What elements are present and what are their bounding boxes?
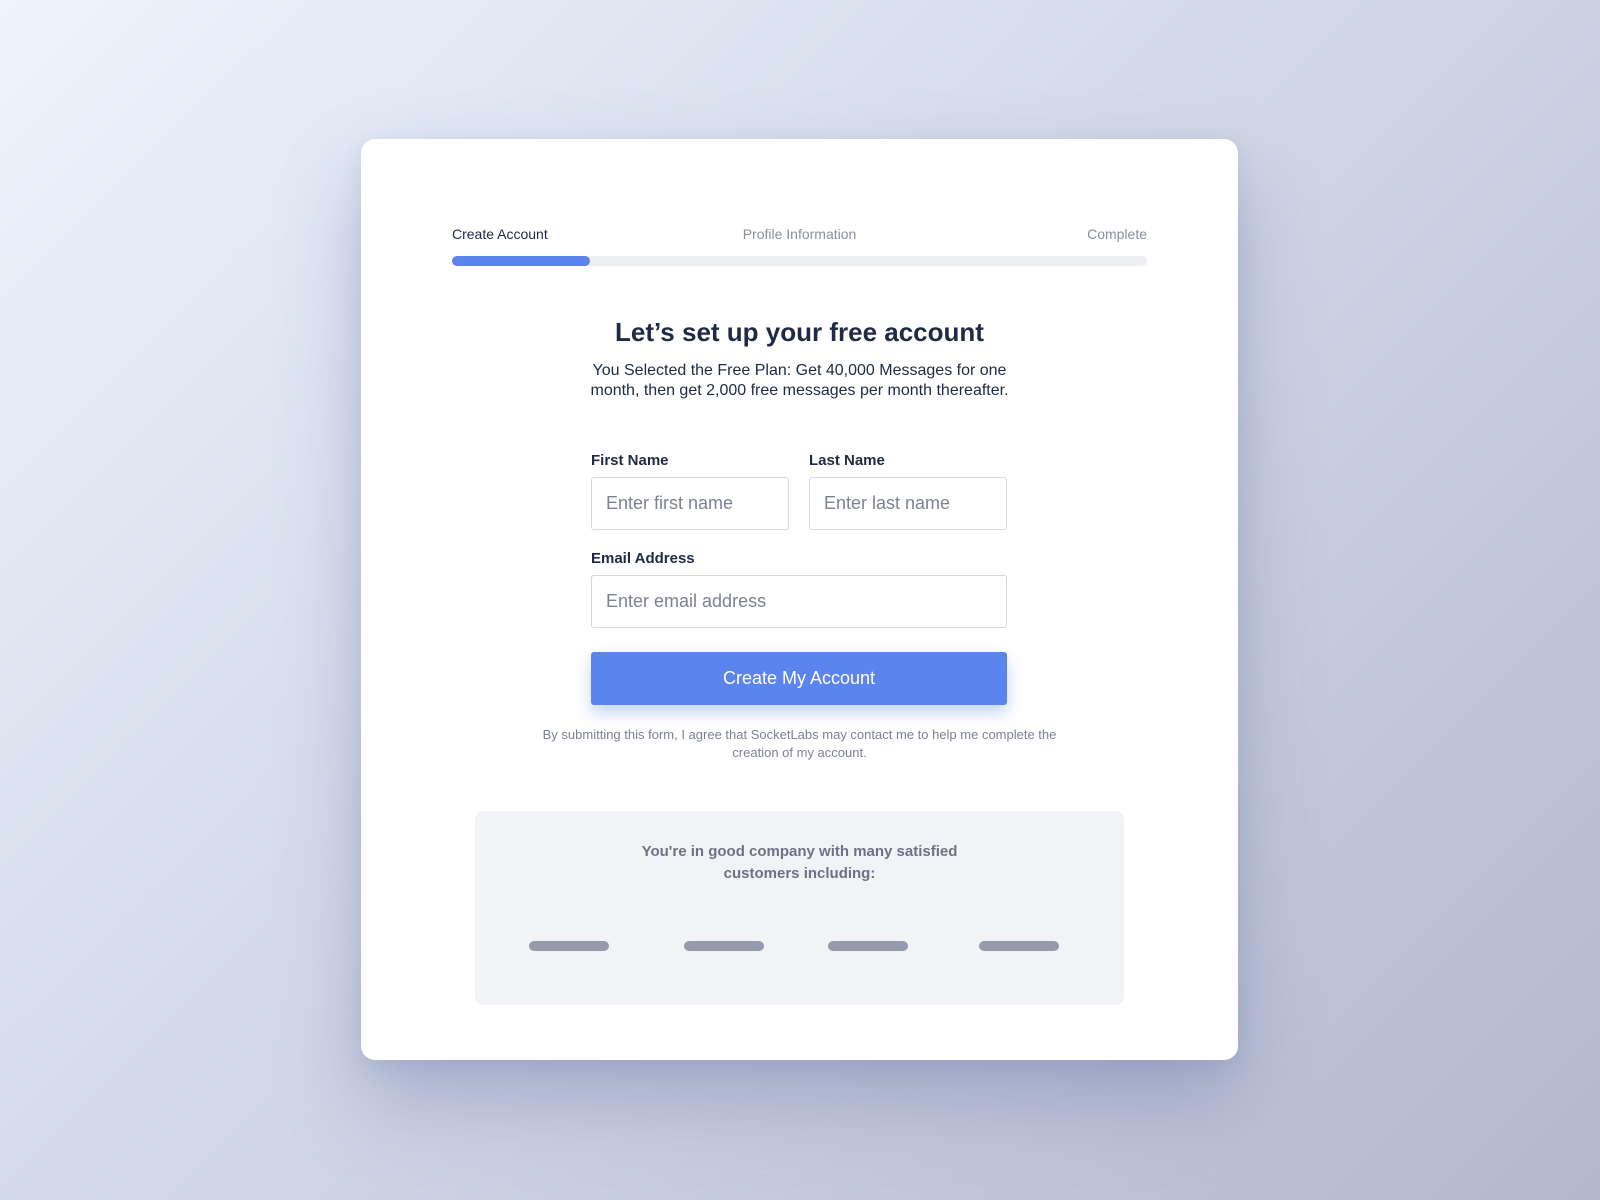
progress-steps: Create Account Profile Information Compl… [452, 226, 1147, 266]
customer-logo-1 [529, 941, 609, 951]
page-title: Let’s set up your free account [615, 317, 984, 347]
email-label: Email Address [591, 550, 695, 567]
email-input[interactable] [591, 575, 1007, 628]
create-account-button[interactable]: Create My Account [591, 652, 1007, 705]
plan-description: You Selected the Free Plan: Get 40,000 M… [590, 362, 1009, 399]
customer-logo-2 [684, 941, 764, 951]
signup-card: Create Account Profile Information Compl… [361, 139, 1238, 1060]
last-name-label: Last Name [809, 452, 885, 469]
first-name-label: First Name [591, 452, 669, 469]
customer-logo-3 [828, 941, 908, 951]
customers-heading: You're in good company with many satisfi… [641, 843, 958, 882]
customers-panel: You're in good company with many satisfi… [475, 811, 1124, 1005]
consent-disclaimer: By submitting this form, I agree that So… [542, 727, 1057, 760]
progress-track [452, 256, 1147, 266]
last-name-input[interactable] [809, 477, 1007, 530]
customer-logo-4 [979, 941, 1059, 951]
step-profile-information: Profile Information [742, 226, 857, 242]
first-name-input[interactable] [591, 477, 789, 530]
step-labels: Create Account Profile Information Compl… [452, 226, 1147, 246]
step-complete: Complete [1087, 226, 1147, 242]
step-create-account: Create Account [452, 226, 548, 242]
progress-fill [452, 256, 590, 266]
